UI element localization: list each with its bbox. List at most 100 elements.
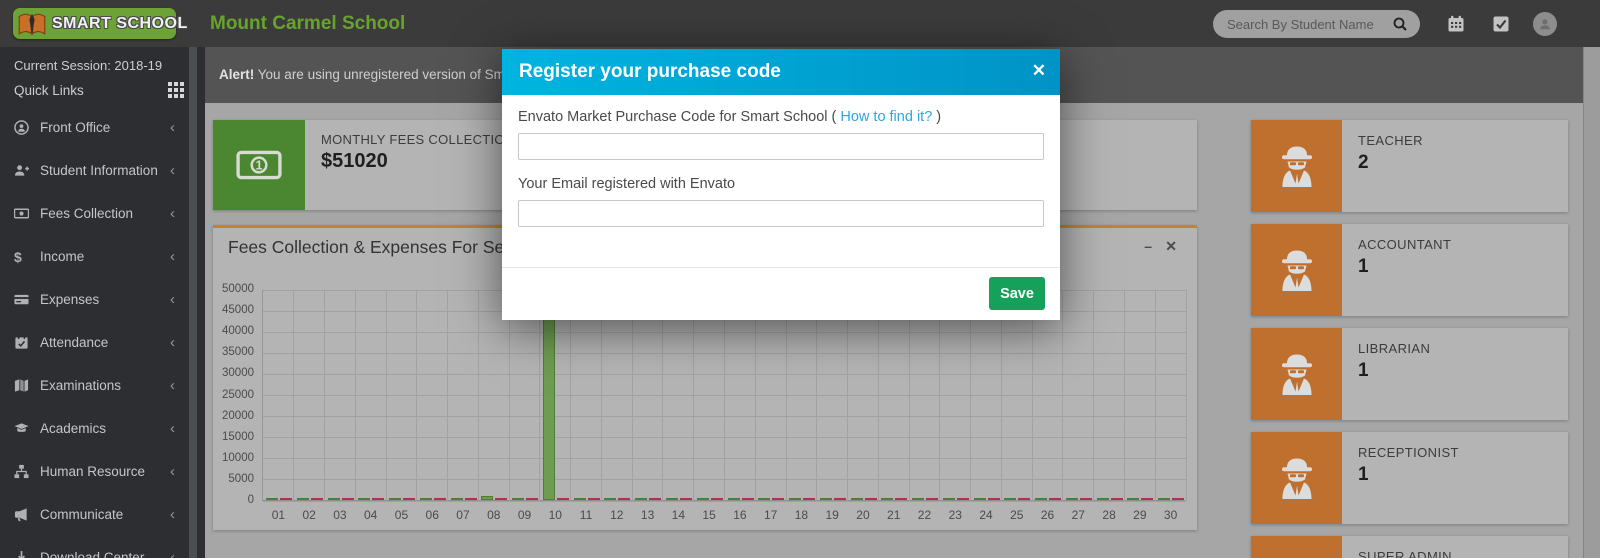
book-pen-logo-icon (17, 11, 47, 37)
current-session-label: Current Session: 2018-19 (14, 58, 162, 73)
gridline (909, 290, 910, 501)
download-icon (14, 550, 40, 558)
bar-fees-day-08 (481, 496, 493, 500)
alert-text: You are using unregistered version of Sm… (254, 67, 512, 82)
user-avatar[interactable] (1533, 12, 1557, 36)
bar-expenses-day-12 (618, 498, 630, 500)
sidebar-item-label: Examinations (40, 378, 170, 393)
sidebar-item-fees-collection[interactable]: Fees Collection‹ (0, 192, 189, 235)
app-logo[interactable]: SMART SCHOOL (13, 8, 176, 39)
x-tick-label: 19 (817, 508, 848, 522)
sidebar-item-expenses[interactable]: Expenses‹ (0, 278, 189, 321)
logo-text: SMART SCHOOL (52, 15, 188, 33)
purchase-code-input[interactable] (518, 133, 1044, 160)
search-input[interactable] (1213, 11, 1392, 37)
gridline (447, 290, 448, 501)
bar-expenses-day-18 (803, 498, 815, 500)
bar-expenses-day-28 (1111, 498, 1123, 500)
search-icon[interactable] (1392, 16, 1420, 32)
x-tick-label: 16 (725, 508, 756, 522)
bar-fees-day-27 (1066, 498, 1078, 500)
x-tick-label: 05 (386, 508, 417, 522)
bar-fees-day-09 (512, 498, 524, 500)
sitemap-icon (14, 464, 40, 479)
sidebar-item-income[interactable]: $Income‹ (0, 235, 189, 278)
gridline (786, 290, 787, 501)
envato-email-input[interactable] (518, 200, 1044, 227)
staff-card-accountant: ACCOUNTANT1 (1251, 224, 1568, 316)
calendar-icon[interactable] (1447, 15, 1465, 33)
bar-expenses-day-05 (403, 498, 415, 500)
chevron-left-icon: ‹ (170, 506, 177, 523)
gridline (539, 290, 540, 501)
x-tick-label: 08 (478, 508, 509, 522)
x-tick-label: 07 (448, 508, 479, 522)
user-plus-icon (14, 163, 40, 178)
quick-links[interactable]: Quick Links (14, 80, 184, 100)
sidebar-item-examinations[interactable]: Examinations‹ (0, 364, 189, 407)
bullhorn-icon (14, 507, 40, 522)
user-secret-icon (1251, 536, 1342, 558)
sidebar-item-human-resource[interactable]: Human Resource‹ (0, 450, 189, 493)
modal-footer: Save (502, 267, 1060, 320)
modal-close-icon[interactable]: ✕ (1032, 49, 1046, 95)
bar-fees-day-01 (266, 498, 278, 500)
x-tick-label: 24 (971, 508, 1002, 522)
page-scrollbar[interactable] (1583, 47, 1600, 558)
gridline (355, 290, 356, 501)
envato-email-label: Your Email registered with Envato (518, 176, 1044, 192)
bar-expenses-day-08 (495, 498, 507, 500)
x-tick-label: 29 (1124, 508, 1155, 522)
grid-icon[interactable] (168, 82, 184, 98)
bar-fees-day-02 (297, 498, 309, 500)
sidebar-item-academics[interactable]: Academics‹ (0, 407, 189, 450)
user-secret-icon (1251, 224, 1342, 316)
gridline (816, 290, 817, 501)
panel-close-icon[interactable]: ✕ (1165, 228, 1177, 266)
task-check-icon[interactable] (1492, 15, 1510, 33)
how-to-find-it-link[interactable]: How to find it? (840, 109, 932, 125)
gridline (632, 290, 633, 501)
sidebar-item-download-center[interactable]: Download Center‹ (0, 536, 189, 558)
x-tick-label: 30 (1155, 508, 1186, 522)
sidebar-item-attendance[interactable]: Attendance‹ (0, 321, 189, 364)
purchase-code-label-close-paren: ) (932, 109, 941, 125)
bar-fees-day-22 (912, 498, 924, 500)
x-tick-label: 20 (848, 508, 879, 522)
y-tick-label: 0 (213, 494, 254, 506)
sidebar-item-front-office[interactable]: Front Office‹ (0, 106, 189, 149)
credit-card-icon (14, 292, 40, 307)
sidebar-item-communicate[interactable]: Communicate‹ (0, 493, 189, 536)
gridline (478, 290, 479, 501)
user-secret-icon (1251, 432, 1342, 524)
y-tick-label: 25000 (213, 389, 254, 401)
bar-fees-day-12 (604, 498, 616, 500)
purchase-code-modal: Register your purchase code ✕ Envato Mar… (502, 49, 1060, 320)
staff-card-receptionist: RECEPTIONIST1 (1251, 432, 1568, 524)
x-tick-label: 04 (355, 508, 386, 522)
purchase-code-label-text: Envato Market Purchase Code for Smart Sc… (518, 109, 840, 125)
map-book-icon (14, 378, 40, 393)
sidebar-item-student-information[interactable]: Student Information‹ (0, 149, 189, 192)
save-button[interactable]: Save (989, 277, 1045, 310)
bar-expenses-day-26 (1049, 498, 1061, 500)
panel-minimize-icon[interactable]: – (1144, 228, 1152, 266)
bar-expenses-day-21 (895, 498, 907, 500)
y-tick-label: 40000 (213, 325, 254, 337)
top-navbar: SMART SCHOOL Mount Carmel School (0, 0, 1600, 47)
gridline (693, 290, 694, 501)
x-tick-label: 12 (601, 508, 632, 522)
bar-expenses-day-15 (711, 498, 723, 500)
bar-fees-day-19 (820, 498, 832, 500)
gridline (1062, 290, 1063, 501)
staff-card-teacher: TEACHER2 (1251, 120, 1568, 212)
bar-expenses-day-03 (342, 498, 354, 500)
x-tick-label: 09 (509, 508, 540, 522)
staff-role-label: RECEPTIONIST (1358, 445, 1459, 460)
sidebar-scrollbar[interactable] (189, 47, 197, 558)
money-bill-icon: 1 (213, 120, 305, 210)
purchase-code-label: Envato Market Purchase Code for Smart Sc… (518, 109, 1044, 125)
x-tick-label: 18 (786, 508, 817, 522)
bar-expenses-day-24 (988, 498, 1000, 500)
bar-expenses-day-22 (926, 498, 938, 500)
